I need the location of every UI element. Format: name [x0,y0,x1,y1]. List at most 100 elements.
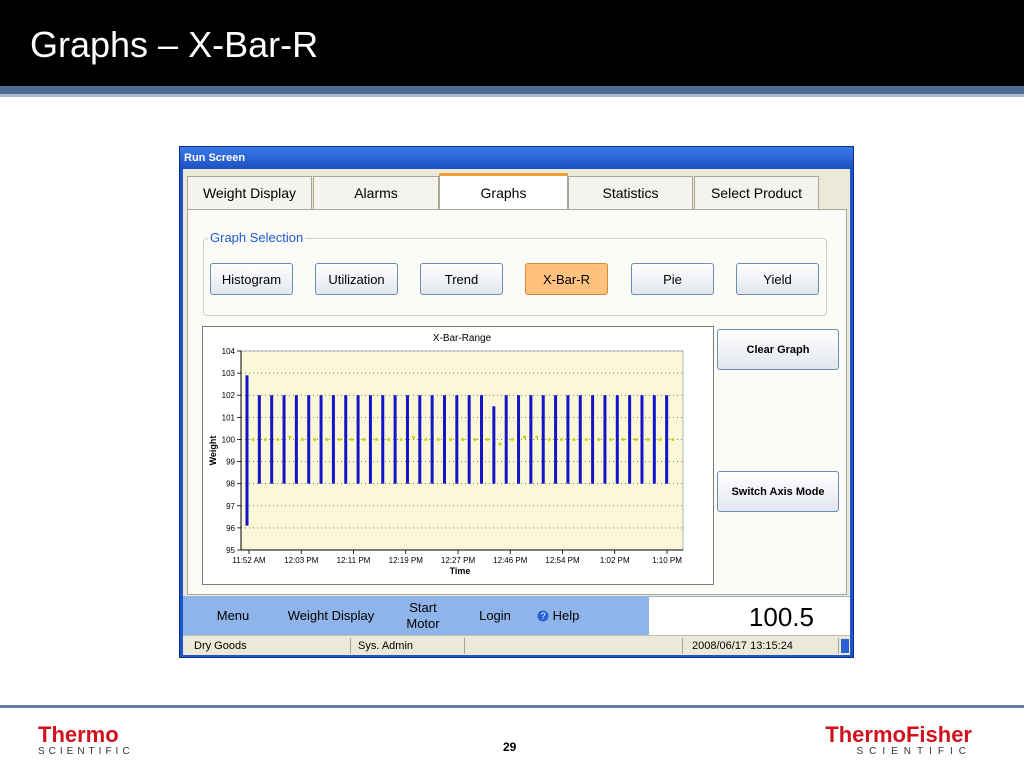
window-titlebar[interactable]: Run Screen [180,147,853,169]
range-bar [578,395,582,484]
graph-selection-legend: Graph Selection [208,230,306,245]
status-message [469,638,683,654]
range-bar [294,395,298,484]
range-bar [652,395,656,484]
tab-graphs[interactable]: Graphs [439,173,568,209]
help-label: Help [552,608,580,623]
tab-alarms[interactable]: Alarms [313,176,439,210]
x-bar-point [362,437,366,442]
clear-graph-button[interactable]: Clear Graph [717,329,839,370]
x-bar-point [276,437,280,442]
weight-display-button[interactable]: Weight Display [275,596,387,636]
resize-grip-icon[interactable] [841,639,849,653]
tab-weight-display[interactable]: Weight Display [187,176,312,210]
svg-text:?: ? [540,611,545,621]
x-bar-point [300,437,304,442]
range-bar [628,395,632,484]
x-axis-label: Time [450,566,471,576]
x-bar-point [609,437,613,442]
x-bar-point [498,442,502,446]
y-tick-label: 97 [226,502,235,511]
range-bar [344,395,348,484]
y-tick-label: 99 [226,458,235,467]
x-bar-point [337,437,341,442]
status-bar: Dry Goods Sys. Admin 2008/06/17 13:15:24 [183,635,850,655]
x-bar-r-button[interactable]: X-Bar-R [525,263,608,295]
tab-statistics[interactable]: Statistics [568,176,693,210]
run-screen-window: Run Screen Weight Display Alarms Graphs … [179,146,854,658]
y-tick-label: 102 [222,391,236,400]
x-bar-point [448,437,453,442]
range-bar [307,395,311,484]
y-tick-label: 98 [226,480,235,489]
x-bar-point [350,437,354,442]
logo-left-sub: SCIENTIFIC [38,746,134,757]
x-bar-point [251,437,255,442]
menu-button[interactable]: Menu [201,596,265,636]
range-bar [381,395,385,484]
x-bar-point [424,437,428,442]
start-motor-button[interactable]: Start Motor [393,596,453,636]
graphs-panel: Graph Selection Histogram Utilization Tr… [187,209,847,595]
start-motor-line1: Start [409,600,437,615]
page-number: 29 [503,740,517,754]
x-tick-label: 12:03 PM [284,556,319,565]
x-bar-point [547,437,551,442]
status-product: Dry Goods [191,638,351,654]
logo-left-brand: Thermo [38,722,119,747]
window-client: Weight Display Alarms Graphs Statistics … [183,169,850,655]
y-tick-label: 103 [222,369,236,378]
trend-button[interactable]: Trend [420,263,503,295]
range-bar [615,395,619,484]
range-bar [282,395,286,484]
x-bar-point [399,437,403,442]
x-bar-point [510,437,514,442]
yield-button[interactable]: Yield [736,263,819,295]
x-bar-point [522,435,527,439]
x-tick-label: 1:10 PM [652,556,682,565]
status-user: Sys. Admin [355,638,465,654]
histogram-button[interactable]: Histogram [210,263,293,295]
x-tick-label: 12:19 PM [389,556,424,565]
x-bar-range-chart: X-Bar-Range 95 96 97 98 99 100 101 102 103 104 11:5… [202,326,714,585]
help-button[interactable]: ? Help [533,596,583,636]
slide-header: Graphs – X-Bar-R [0,0,1024,88]
utilization-button[interactable]: Utilization [315,263,398,295]
range-bar [529,395,533,484]
switch-axis-mode-button[interactable]: Switch Axis Mode [717,471,839,512]
pie-button[interactable]: Pie [631,263,714,295]
x-bar-point [621,437,625,442]
x-bar-point [485,437,490,442]
y-tick-label: 96 [226,524,235,533]
range-bar [554,395,558,484]
y-tick-label: 95 [226,546,235,555]
x-bar-point [374,437,379,442]
range-bar [603,395,607,484]
logo-right-brand: ThermoFisher [825,722,972,747]
login-button[interactable]: Login [469,596,521,636]
range-bar [492,406,496,484]
x-bar-point [325,437,329,442]
y-tick-label: 104 [222,347,236,356]
range-bar [541,395,545,484]
tab-select-product[interactable]: Select Product [694,176,819,210]
weight-readout: 100.5 [649,597,850,635]
x-bar-point [473,437,477,442]
x-bar-point [584,437,588,442]
x-bar-point [634,437,638,442]
x-tick-label: 12:54 PM [545,556,580,565]
range-bar [455,395,459,484]
x-tick-label: 11:52 AM [232,556,266,565]
x-bar-point [597,437,601,442]
range-bar [591,395,595,484]
range-bar [245,375,249,526]
x-bar-point [411,435,416,439]
range-bar [480,395,484,484]
x-bar-point [559,437,564,442]
header-rule-accent [0,94,1024,97]
range-bar [442,395,446,484]
range-bar [393,395,397,484]
range-bar [356,395,360,484]
help-icon: ? [537,610,549,622]
start-motor-line2: Motor [406,616,440,631]
